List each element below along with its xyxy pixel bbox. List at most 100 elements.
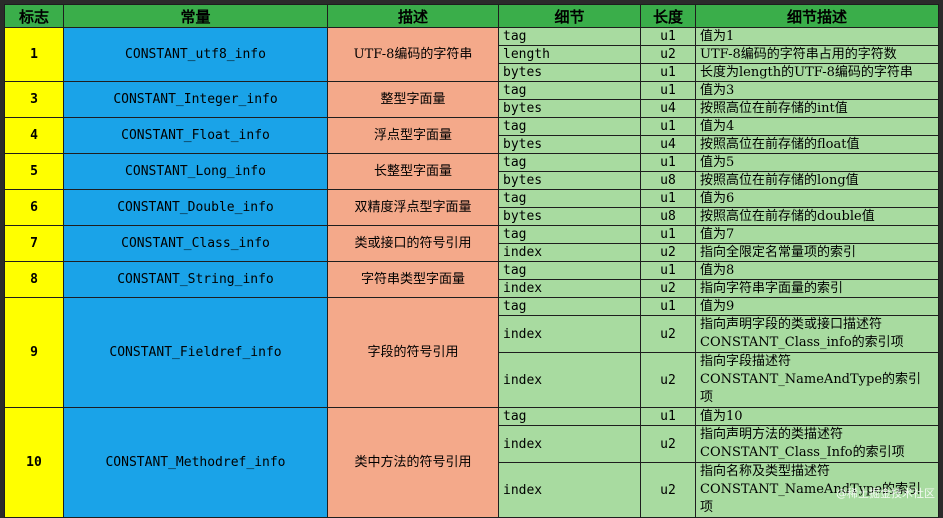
description-cell: 类中方法的符号引用	[327, 407, 499, 518]
detail-description-cell: 指向字段描述符 CONSTANT_NameAndType的索引项	[695, 352, 939, 408]
detail-name-cell: tag	[498, 225, 641, 244]
detail-name-cell: tag	[498, 297, 641, 316]
constant-cell: CONSTANT_Class_info	[63, 225, 328, 262]
detail-name-cell: tag	[498, 189, 641, 208]
description-cell: 双精度浮点型字面量	[327, 189, 499, 226]
header-detail-description: 细节描述	[695, 4, 939, 28]
length-cell: u1	[640, 407, 696, 426]
flag-cell: 5	[4, 153, 64, 190]
detail-name-cell: length	[498, 45, 641, 64]
description-cell: 类或接口的符号引用	[327, 225, 499, 262]
length-cell: u8	[640, 207, 696, 226]
detail-description-cell: 值为7	[695, 225, 939, 244]
length-cell: u1	[640, 225, 696, 244]
detail-name-cell: bytes	[498, 207, 641, 226]
flag-cell: 8	[4, 261, 64, 298]
detail-name-cell: bytes	[498, 171, 641, 190]
detail-name-cell: bytes	[498, 135, 641, 154]
length-cell: u8	[640, 171, 696, 190]
flag-cell: 4	[4, 117, 64, 154]
header-description: 描述	[327, 4, 499, 28]
flag-cell: 7	[4, 225, 64, 262]
header-row: 标志 常量 描述 细节 长度 细节描述	[4, 4, 939, 28]
detail-description-cell: 值为1	[695, 27, 939, 46]
header-detail: 细节	[498, 4, 641, 28]
detail-description-cell: 值为8	[695, 261, 939, 280]
header-length: 长度	[640, 4, 696, 28]
detail-name-cell: index	[498, 315, 641, 353]
description-cell: 浮点型字面量	[327, 117, 499, 154]
flag-cell: 10	[4, 407, 64, 518]
detail-description-cell: 指向全限定名常量项的索引	[695, 243, 939, 262]
table-row: 9 CONSTANT_Fieldref_info 字段的符号引用 tag u1 值为9	[4, 297, 939, 408]
length-cell: u1	[640, 81, 696, 100]
length-cell: u4	[640, 99, 696, 118]
watermark: @稀土掘金技术社区	[836, 487, 935, 500]
length-cell: u1	[640, 63, 696, 82]
constant-cell: CONSTANT_utf8_info	[63, 27, 328, 82]
length-cell: u2	[640, 243, 696, 262]
flag-cell: 3	[4, 81, 64, 118]
description-cell: UTF-8编码的字符串	[327, 27, 499, 82]
detail-name-cell: tag	[498, 117, 641, 136]
detail-name-cell: tag	[498, 81, 641, 100]
length-cell: u2	[640, 462, 696, 518]
constant-cell: CONSTANT_Integer_info	[63, 81, 328, 118]
table-row: 5 CONSTANT_Long_info 长整型字面量 tag u1 值为5	[4, 153, 939, 190]
flag-cell: 6	[4, 189, 64, 226]
length-cell: u2	[640, 352, 696, 408]
flag-cell: 9	[4, 297, 64, 408]
constant-pool-table: 标志 常量 描述 细节 长度 细节描述 1 CONSTANT_utf8_info U…	[4, 4, 939, 518]
header-constant: 常量	[63, 4, 328, 28]
constant-cell: CONSTANT_Methodref_info	[63, 407, 328, 518]
detail-description-cell: 按照高位在前存储的int值	[695, 99, 939, 118]
detail-name-cell: tag	[498, 27, 641, 46]
length-cell: u1	[640, 117, 696, 136]
length-cell: u2	[640, 425, 696, 463]
detail-description-cell: 指向声明字段的类或接口描述符 CONSTANT_Class_info的索引项	[695, 315, 939, 353]
detail-name-cell: bytes	[498, 63, 641, 82]
detail-description-cell: UTF-8编码的字符串占用的字符数	[695, 45, 939, 64]
constant-cell: CONSTANT_String_info	[63, 261, 328, 298]
length-cell: u2	[640, 315, 696, 353]
flag-cell: 1	[4, 27, 64, 82]
length-cell: u1	[640, 189, 696, 208]
detail-name-cell: tag	[498, 261, 641, 280]
table-row: 8 CONSTANT_String_info 字符串类型字面量 tag u1 值为8	[4, 261, 939, 298]
constant-cell: CONSTANT_Float_info	[63, 117, 328, 154]
detail-name-cell: bytes	[498, 99, 641, 118]
detail-description-cell: 值为10	[695, 407, 939, 426]
description-cell: 字段的符号引用	[327, 297, 499, 408]
detail-description-cell: 指向声明方法的类描述符 CONSTANT_Class_Info的索引项	[695, 425, 939, 463]
description-cell: 长整型字面量	[327, 153, 499, 190]
length-cell: u2	[640, 279, 696, 298]
table-row: 7 CONSTANT_Class_info 类或接口的符号引用 tag u1 值为7	[4, 225, 939, 262]
header-flag: 标志	[4, 4, 64, 28]
detail-name-cell: index	[498, 279, 641, 298]
length-cell: u1	[640, 27, 696, 46]
table-row: 4 CONSTANT_Float_info 浮点型字面量 tag u1 值为4	[4, 117, 939, 154]
detail-description-cell: 值为4	[695, 117, 939, 136]
table-row: 6 CONSTANT_Double_info 双精度浮点型字面量 tag u1 值为6	[4, 189, 939, 226]
table-row: 1 CONSTANT_utf8_info UTF-8编码的字符串 tag u1 值为1	[4, 27, 939, 82]
detail-description-cell: 按照高位在前存储的double值	[695, 207, 939, 226]
detail-name-cell: tag	[498, 407, 641, 426]
detail-description-cell: 值为3	[695, 81, 939, 100]
table-body: 1 CONSTANT_utf8_info UTF-8编码的字符串 tag u1 值为1 le…	[4, 27, 939, 518]
detail-description-cell: 值为9	[695, 297, 939, 316]
constant-cell: CONSTANT_Fieldref_info	[63, 297, 328, 408]
constant-cell: CONSTANT_Long_info	[63, 153, 328, 190]
description-cell: 整型字面量	[327, 81, 499, 118]
length-cell: u1	[640, 153, 696, 172]
detail-description-cell: 按照高位在前存储的float值	[695, 135, 939, 154]
constant-cell: CONSTANT_Double_info	[63, 189, 328, 226]
detail-name-cell: index	[498, 352, 641, 408]
length-cell: u1	[640, 297, 696, 316]
table-row: 3 CONSTANT_Integer_info 整型字面量 tag u1 值为3	[4, 81, 939, 118]
table-row: 10 CONSTANT_Methodref_info 类中方法的符号引用 tag u1 值…	[4, 407, 939, 518]
length-cell: u2	[640, 45, 696, 64]
detail-name-cell: index	[498, 462, 641, 518]
description-cell: 字符串类型字面量	[327, 261, 499, 298]
detail-description-cell: 指向字符串字面量的索引	[695, 279, 939, 298]
detail-name-cell: index	[498, 243, 641, 262]
